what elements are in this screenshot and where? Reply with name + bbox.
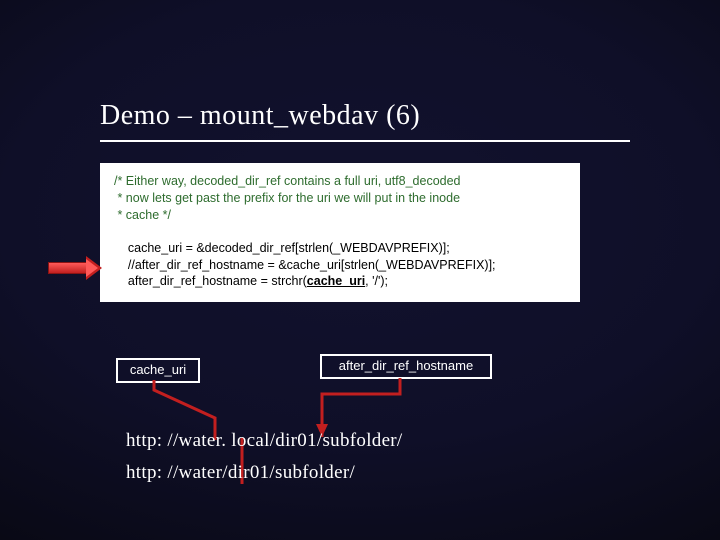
code-line: after_dir_ref_hostname = strchr(cache_ur…: [114, 273, 566, 290]
code-comment-line: * now lets get past the prefix for the u…: [114, 190, 566, 207]
slide-title: Demo – mount_webdav (6): [100, 100, 660, 132]
pointer-arrow-icon: [48, 256, 104, 280]
label-cache-uri: cache_uri: [116, 358, 200, 383]
code-emphasis: cache_uri: [307, 274, 365, 288]
url-example-1: http: //water. local/dir01/subfolder/: [126, 430, 403, 452]
code-line: //after_dir_ref_hostname = &cache_uri[st…: [114, 257, 566, 274]
code-comment-line: /* Either way, decoded_dir_ref contains …: [114, 173, 566, 190]
code-line: cache_uri = &decoded_dir_ref[strlen(_WEB…: [114, 240, 566, 257]
title-underline: [100, 140, 630, 142]
code-text: after_dir_ref_hostname = strchr(: [114, 274, 307, 288]
spacer: [114, 224, 566, 240]
code-block: /* Either way, decoded_dir_ref contains …: [100, 163, 580, 302]
label-after-dir-ref-hostname: after_dir_ref_hostname: [320, 354, 492, 379]
code-text: , '/');: [365, 274, 388, 288]
slide: Demo – mount_webdav (6) /* Either way, d…: [0, 0, 720, 540]
url-example-2: http: //water/dir01/subfolder/: [126, 462, 355, 484]
code-comment-line: * cache */: [114, 207, 566, 224]
